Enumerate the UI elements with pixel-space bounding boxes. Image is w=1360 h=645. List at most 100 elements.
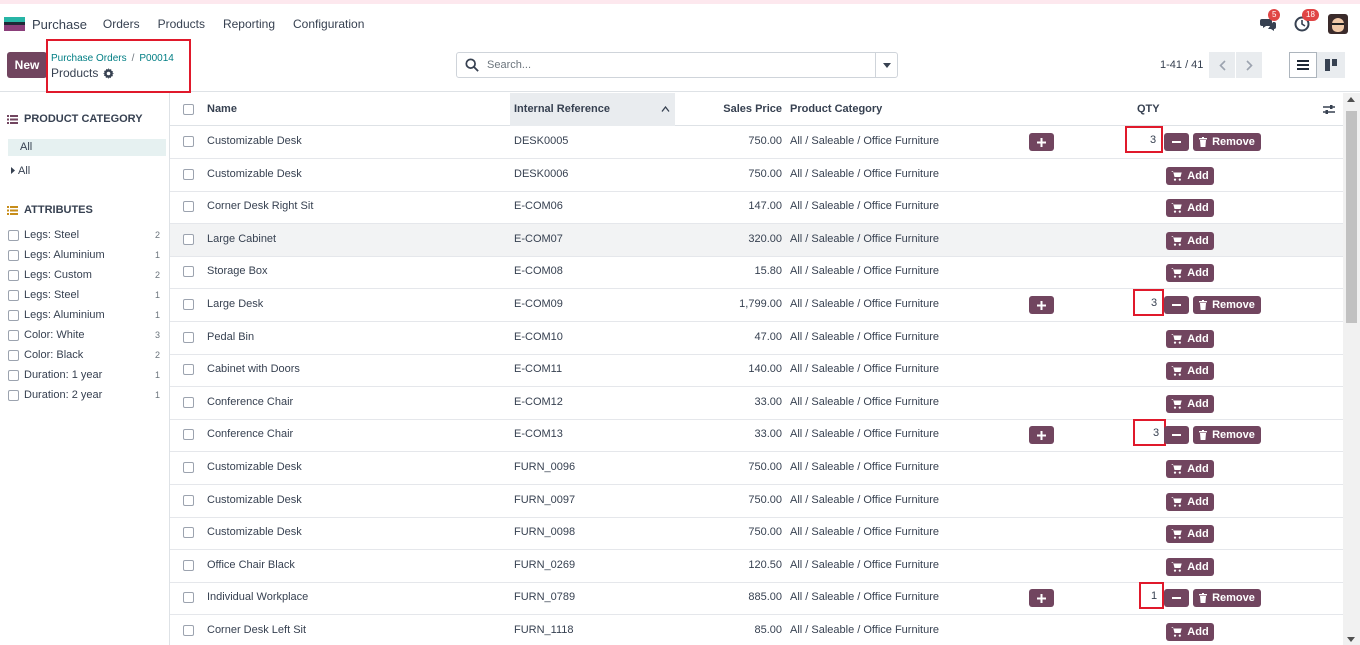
add-button[interactable]: Add [1166, 199, 1214, 218]
scroll-up-arrow-icon[interactable] [1347, 97, 1355, 102]
row-checkbox[interactable] [183, 527, 194, 539]
attribute-filter-item[interactable]: Color: Black 2 [8, 347, 160, 363]
attribute-checkbox[interactable] [8, 309, 19, 321]
user-avatar[interactable] [1328, 14, 1348, 34]
row-checkbox[interactable] [183, 396, 194, 408]
table-row[interactable]: Corner Desk Left Sit FURN_1118 85.00 All / … [170, 615, 1343, 645]
row-checkbox[interactable] [183, 429, 194, 441]
attribute-filter-item[interactable]: Color: White 3 [8, 327, 160, 343]
table-row[interactable]: Corner Desk Right Sit E-COM06 147.00 All / … [170, 191, 1343, 225]
scrollbar-thumb[interactable] [1346, 111, 1357, 323]
add-button[interactable]: Add [1166, 264, 1214, 283]
table-row[interactable]: Customizable Desk DESK0006 750.00 All / Sal… [170, 159, 1343, 192]
attribute-checkbox[interactable] [8, 229, 19, 241]
decrease-quantity-button[interactable] [1164, 426, 1189, 445]
add-button[interactable]: Add [1166, 394, 1214, 413]
table-row[interactable]: Large Cabinet E-COM07 320.00 All / Saleable… [170, 223, 1343, 257]
table-row[interactable]: Office Chair Black FURN_0269 120.50 All / S… [170, 550, 1343, 583]
row-checkbox[interactable] [183, 168, 194, 180]
add-button[interactable]: Add [1166, 557, 1214, 576]
attribute-checkbox[interactable] [8, 389, 19, 401]
table-row[interactable]: Conference Chair E-COM13 33.00 All / Saleab… [170, 419, 1343, 453]
add-button[interactable]: Add [1166, 329, 1214, 348]
row-checkbox[interactable] [183, 201, 194, 213]
column-header-product-category[interactable]: Product Category [790, 93, 882, 126]
decrease-quantity-button[interactable] [1164, 589, 1189, 608]
row-checkbox[interactable] [183, 266, 194, 278]
table-row[interactable]: Pedal Bin E-COM10 47.00 All / Saleable / Of… [170, 322, 1343, 355]
add-button[interactable]: Add [1166, 460, 1214, 478]
table-row[interactable]: Customizable Desk FURN_0098 750.00 All / Sa… [170, 517, 1343, 551]
decrease-quantity-button[interactable] [1164, 296, 1189, 314]
table-row[interactable]: Cabinet with Doors E-COM11 140.00 All / Sal… [170, 354, 1343, 388]
new-button[interactable]: New [7, 52, 47, 78]
menu-configuration[interactable]: Configuration [293, 17, 364, 31]
pager-next-button[interactable] [1236, 52, 1263, 78]
table-row[interactable]: Conference Chair E-COM12 33.00 All / Saleab… [170, 387, 1343, 420]
increase-quantity-button[interactable] [1029, 589, 1054, 608]
search-options-toggle[interactable] [875, 53, 897, 77]
row-checkbox[interactable] [183, 494, 194, 506]
column-header-sales-price[interactable]: Sales Price [682, 93, 782, 126]
quantity-value[interactable]: 1 [1151, 590, 1157, 602]
row-checkbox[interactable] [183, 331, 194, 343]
search-input[interactable] [485, 58, 875, 72]
table-row[interactable]: Storage Box E-COM08 15.80 All / Saleable / … [170, 256, 1343, 290]
attribute-checkbox[interactable] [8, 249, 19, 261]
quantity-value[interactable]: 3 [1153, 427, 1159, 439]
attribute-filter-item[interactable]: Legs: Steel 1 [8, 287, 160, 303]
attribute-checkbox[interactable] [8, 289, 19, 301]
activities-clock-icon[interactable]: 18 [1294, 9, 1319, 32]
add-button[interactable]: Add [1166, 362, 1214, 381]
messages-icon[interactable]: 5 [1260, 9, 1281, 32]
row-checkbox[interactable] [183, 462, 194, 473]
attribute-filter-item[interactable]: Legs: Steel 2 [8, 227, 160, 243]
remove-button[interactable]: Remove [1193, 133, 1261, 151]
category-all-item[interactable]: All [11, 165, 30, 177]
attribute-filter-item[interactable]: Duration: 2 year 1 [8, 387, 160, 403]
row-checkbox[interactable] [183, 364, 194, 376]
row-checkbox[interactable] [183, 299, 194, 310]
menu-products[interactable]: Products [158, 17, 205, 31]
row-checkbox[interactable] [183, 625, 194, 636]
add-button[interactable]: Add [1166, 231, 1214, 250]
table-row[interactable]: Large Desk E-COM09 1,799.00 All / Saleable … [170, 289, 1343, 322]
kanban-view-button[interactable] [1317, 52, 1345, 78]
row-checkbox[interactable] [183, 559, 194, 571]
table-row[interactable]: Individual Workplace FURN_0789 885.00 All /… [170, 582, 1343, 616]
attribute-filter-item[interactable]: Legs: Aluminium 1 [8, 307, 160, 323]
attribute-checkbox[interactable] [8, 349, 19, 361]
table-row[interactable]: Customizable Desk FURN_0097 750.00 All / Sa… [170, 485, 1343, 518]
optional-columns-toggle-icon[interactable] [1323, 104, 1335, 115]
attribute-checkbox[interactable] [8, 329, 19, 341]
table-row[interactable]: Customizable Desk DESK0005 750.00 All / Sal… [170, 126, 1343, 159]
column-header-internal-reference[interactable]: Internal Reference [510, 93, 675, 126]
category-all-active[interactable]: All [8, 139, 166, 156]
purchase-app-icon[interactable] [4, 17, 25, 31]
select-all-checkbox[interactable] [183, 104, 194, 115]
pager-value[interactable]: 1-41 / 41 [1160, 59, 1203, 71]
quantity-value[interactable]: 3 [1151, 297, 1157, 309]
quantity-value[interactable]: 3 [1150, 134, 1156, 146]
remove-button[interactable]: Remove [1193, 589, 1261, 608]
attribute-checkbox[interactable] [8, 369, 19, 381]
pager-previous-button[interactable] [1209, 52, 1236, 78]
add-button[interactable]: Add [1166, 525, 1214, 544]
add-button[interactable]: Add [1166, 623, 1214, 641]
increase-quantity-button[interactable] [1029, 426, 1054, 445]
column-header-name[interactable]: Name [207, 93, 237, 126]
row-checkbox[interactable] [183, 233, 194, 245]
app-name[interactable]: Purchase [32, 17, 87, 32]
menu-reporting[interactable]: Reporting [223, 17, 275, 31]
attribute-filter-item[interactable]: Duration: 1 year 1 [8, 367, 160, 383]
row-checkbox[interactable] [183, 592, 194, 604]
increase-quantity-button[interactable] [1029, 296, 1054, 314]
add-button[interactable]: Add [1166, 166, 1214, 185]
vertical-scrollbar[interactable] [1343, 93, 1360, 645]
scroll-down-arrow-icon[interactable] [1347, 637, 1355, 642]
add-button[interactable]: Add [1166, 492, 1214, 511]
decrease-quantity-button[interactable] [1164, 133, 1189, 151]
remove-button[interactable]: Remove [1193, 426, 1261, 445]
attribute-checkbox[interactable] [8, 269, 19, 281]
list-view-button[interactable] [1289, 52, 1317, 78]
